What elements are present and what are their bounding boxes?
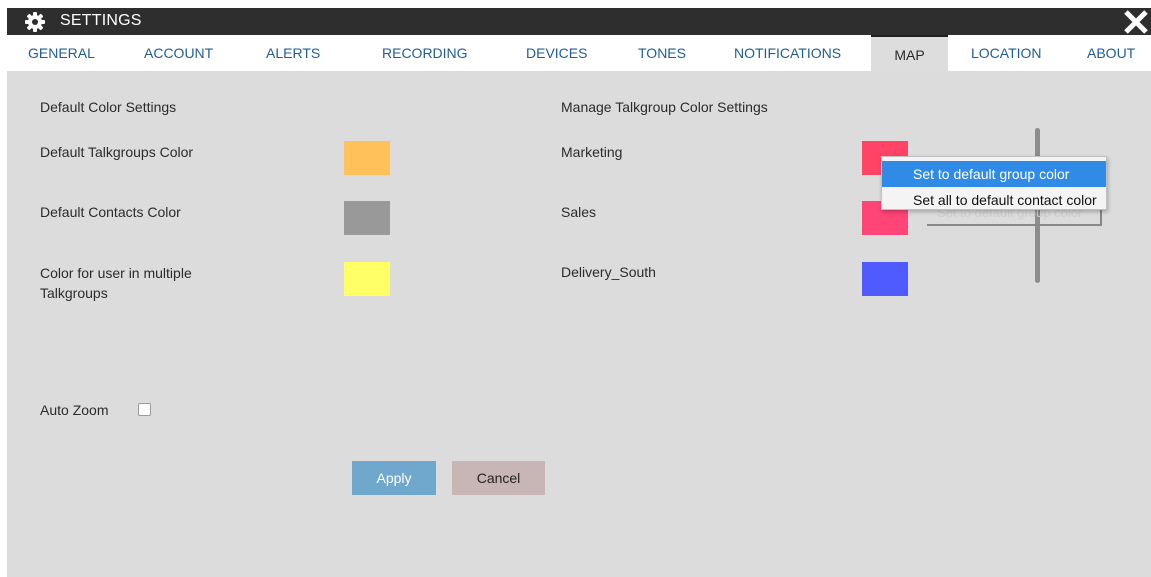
tab-notifications[interactable]: NOTIFICATIONS	[730, 35, 845, 71]
multi-talkgroup-user-color-label-line1: Color for user in multiple	[40, 265, 192, 281]
auto-zoom-label: Auto Zoom	[40, 402, 109, 418]
talkgroup-label-delivery-south: Delivery_South	[561, 264, 656, 280]
tab-general[interactable]: GENERAL	[24, 35, 99, 71]
tab-devices[interactable]: DEVICES	[522, 35, 591, 71]
apply-button[interactable]: Apply	[352, 461, 436, 495]
talkgroup-color-swatch-delivery-south[interactable]	[862, 262, 908, 296]
tab-tones[interactable]: TONES	[634, 35, 690, 71]
manage-talkgroup-color-heading: Manage Talkgroup Color Settings	[561, 99, 768, 115]
color-context-menu: Set to default group color Set all to de…	[881, 156, 1107, 210]
map-settings-panel: Default Color Settings Default Talkgroup…	[7, 72, 1151, 577]
multi-talkgroup-user-color-label: Color for user in multiple Talkgroups	[40, 263, 192, 303]
talkgroup-label-sales: Sales	[561, 204, 597, 220]
menu-item-set-default-group-color[interactable]: Set to default group color	[882, 161, 1106, 187]
multi-talkgroup-user-color-label-line2: Talkgroups	[40, 285, 108, 301]
multi-talkgroup-user-color-swatch[interactable]	[344, 262, 390, 296]
tab-map[interactable]: MAP	[871, 35, 948, 71]
tab-about[interactable]: ABOUT	[1083, 35, 1139, 71]
gear-icon	[25, 12, 45, 32]
talkgroup-label-marketing: Marketing	[561, 144, 623, 160]
default-talkgroups-color-label: Default Talkgroups Color	[40, 144, 194, 160]
tab-bar: GENERAL ACCOUNT ALERTS RECORDING DEVICES…	[7, 35, 1151, 72]
close-icon[interactable]	[1123, 9, 1149, 35]
default-contacts-color-swatch[interactable]	[344, 201, 390, 235]
default-contacts-color-label: Default Contacts Color	[40, 204, 181, 220]
auto-zoom-checkbox[interactable]	[138, 403, 151, 416]
window-title: SETTINGS	[60, 12, 142, 29]
cancel-button[interactable]: Cancel	[452, 461, 545, 495]
title-bar: SETTINGS	[7, 8, 1151, 35]
tab-alerts[interactable]: ALERTS	[262, 35, 324, 71]
menu-item-set-all-default-contact-color[interactable]: Set all to default contact color	[882, 187, 1106, 213]
tab-recording[interactable]: RECORDING	[378, 35, 472, 71]
tab-account[interactable]: ACCOUNT	[140, 35, 217, 71]
default-talkgroups-color-swatch[interactable]	[344, 141, 390, 175]
tab-location[interactable]: LOCATION	[967, 35, 1046, 71]
default-color-settings-heading: Default Color Settings	[40, 99, 177, 115]
